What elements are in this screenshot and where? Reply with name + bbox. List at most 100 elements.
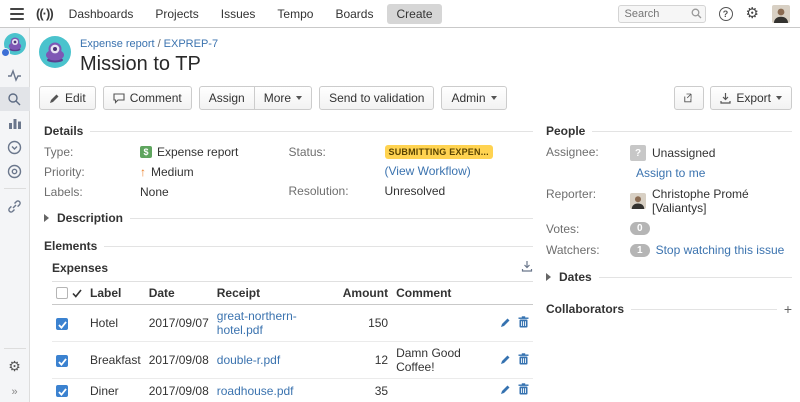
select-all-checkbox[interactable] bbox=[56, 287, 68, 299]
col-header-label: Label bbox=[86, 282, 145, 305]
releases-clock-icon[interactable] bbox=[0, 135, 30, 159]
sidebar-divider-bottom bbox=[4, 348, 26, 349]
project-avatar-small[interactable] bbox=[4, 33, 26, 55]
sidebar-divider bbox=[4, 188, 26, 189]
collaborators-module-header: Collaborators + bbox=[546, 302, 792, 316]
unassigned-avatar: ? bbox=[630, 145, 646, 161]
priority-medium-icon: ↑ bbox=[140, 165, 146, 179]
view-workflow-link[interactable]: (View Workflow) bbox=[385, 164, 471, 178]
stop-watching-link[interactable]: Stop watching this issue bbox=[656, 243, 785, 257]
votes-badge[interactable]: 0 bbox=[630, 222, 650, 235]
assignee-label: Assignee: bbox=[546, 145, 630, 159]
reporter-label: Reporter: bbox=[546, 187, 630, 201]
components-target-icon[interactable] bbox=[0, 159, 30, 183]
row-checkbox[interactable] bbox=[56, 385, 68, 397]
settings-gear-icon[interactable]: ⚙ bbox=[746, 6, 759, 21]
expense-row: Hotel2017/09/07great-northern-hotel.pdf 1… bbox=[52, 305, 533, 342]
checkmark-icon bbox=[72, 289, 82, 298]
labels-value: None bbox=[140, 185, 169, 199]
receipt-link[interactable]: roadhouse.pdf bbox=[217, 384, 294, 398]
delete-expense-icon[interactable] bbox=[518, 383, 529, 398]
expense-date: 2017/09/08 bbox=[145, 342, 213, 379]
delete-expense-icon[interactable] bbox=[518, 316, 529, 331]
sidebar-avatar-badge bbox=[1, 48, 10, 57]
watchers-label: Watchers: bbox=[546, 243, 630, 257]
edit-expense-icon[interactable] bbox=[500, 317, 511, 331]
type-value: Expense report bbox=[157, 145, 238, 159]
labels-label: Labels: bbox=[44, 185, 140, 199]
help-icon[interactable]: ? bbox=[719, 7, 733, 21]
expenses-export-icon[interactable] bbox=[521, 260, 533, 275]
expense-label: Hotel bbox=[86, 305, 145, 342]
description-module-header[interactable]: Description bbox=[44, 211, 533, 225]
export-button[interactable]: Export bbox=[710, 86, 792, 110]
expand-chevron-icon bbox=[44, 214, 49, 222]
share-button[interactable] bbox=[674, 86, 704, 110]
row-checkbox[interactable] bbox=[56, 355, 68, 367]
sidebar-expand-icon[interactable]: » bbox=[11, 386, 17, 398]
col-header-amount: Amount bbox=[339, 282, 392, 305]
votes-label: Votes: bbox=[546, 222, 630, 236]
activity-icon[interactable] bbox=[0, 63, 30, 87]
col-header-comment: Comment bbox=[392, 282, 489, 305]
more-button[interactable]: More bbox=[255, 86, 312, 110]
search-box bbox=[618, 5, 706, 23]
issue-title: Mission to TP bbox=[80, 52, 218, 77]
expenses-header-row: Label Date Receipt Amount Comment bbox=[52, 282, 533, 305]
add-collaborator-button[interactable]: + bbox=[784, 304, 792, 314]
edit-button[interactable]: Edit bbox=[39, 86, 96, 110]
reports-icon[interactable] bbox=[0, 111, 30, 135]
row-checkbox[interactable] bbox=[56, 318, 68, 330]
edit-expense-icon[interactable] bbox=[500, 354, 511, 368]
expense-amount: 12 bbox=[339, 342, 392, 379]
nav-item-tempo[interactable]: Tempo bbox=[277, 7, 313, 21]
send-to-validation-button[interactable]: Send to validation bbox=[319, 86, 434, 110]
nav-item-issues[interactable]: Issues bbox=[221, 7, 256, 21]
assignee-value: Unassigned bbox=[652, 146, 715, 160]
expense-amount: 150 bbox=[339, 305, 392, 342]
user-avatar[interactable] bbox=[772, 5, 790, 23]
search-icon bbox=[691, 8, 702, 19]
project-avatar[interactable] bbox=[39, 36, 71, 68]
assign-to-me-link[interactable]: Assign to me bbox=[636, 166, 705, 180]
hamburger-menu-icon[interactable] bbox=[10, 8, 24, 20]
expand-chevron-icon bbox=[546, 273, 551, 281]
top-navigation: ((·)) Dashboards Projects Issues Tempo Board… bbox=[0, 0, 800, 28]
expense-amount: 35 bbox=[339, 379, 392, 402]
expenses-heading: Expenses bbox=[52, 261, 108, 275]
expenses-table: Label Date Receipt Amount Comment Hotel2… bbox=[52, 281, 533, 402]
breadcrumb-issue-link[interactable]: EXPREP-7 bbox=[164, 38, 218, 50]
create-button[interactable]: Create bbox=[387, 4, 441, 24]
assign-group: Assign More bbox=[199, 86, 312, 110]
app-logo[interactable]: ((·)) bbox=[36, 6, 53, 21]
edit-expense-icon[interactable] bbox=[500, 384, 511, 398]
col-header-receipt: Receipt bbox=[213, 282, 339, 305]
sidebar-settings-icon[interactable]: ⚙ bbox=[0, 354, 30, 378]
breadcrumb-project-link[interactable]: Expense report bbox=[80, 38, 155, 50]
nav-item-boards[interactable]: Boards bbox=[335, 7, 373, 21]
assign-button[interactable]: Assign bbox=[199, 86, 255, 110]
search-issues-icon[interactable] bbox=[0, 87, 30, 111]
admin-button[interactable]: Admin bbox=[441, 86, 506, 110]
receipt-link[interactable]: great-northern-hotel.pdf bbox=[217, 309, 297, 337]
expense-comment: Damn Good Coffee! bbox=[392, 342, 489, 379]
resolution-label: Resolution: bbox=[289, 184, 385, 198]
links-icon[interactable] bbox=[0, 194, 30, 218]
pencil-icon bbox=[49, 93, 60, 104]
dates-module-header[interactable]: Dates bbox=[546, 270, 792, 284]
project-sidebar: ⚙ » bbox=[0, 28, 30, 402]
topnav-right: ? ⚙ bbox=[618, 5, 790, 23]
expenses-panel: Expenses Label Date Receipt bbox=[44, 260, 533, 402]
expenses-tbody: Hotel2017/09/07great-northern-hotel.pdf 1… bbox=[52, 305, 533, 402]
receipt-link[interactable]: double-r.pdf bbox=[217, 353, 280, 367]
delete-expense-icon[interactable] bbox=[518, 353, 529, 368]
expense-comment bbox=[392, 379, 489, 402]
nav-item-dashboards[interactable]: Dashboards bbox=[69, 7, 134, 21]
expense-date: 2017/09/08 bbox=[145, 379, 213, 402]
expense-date: 2017/09/07 bbox=[145, 305, 213, 342]
download-icon bbox=[720, 92, 731, 104]
nav-item-projects[interactable]: Projects bbox=[155, 7, 198, 21]
watchers-badge[interactable]: 1 bbox=[630, 244, 650, 257]
comment-button[interactable]: Comment bbox=[103, 86, 192, 110]
people-module-header: People bbox=[546, 124, 792, 138]
